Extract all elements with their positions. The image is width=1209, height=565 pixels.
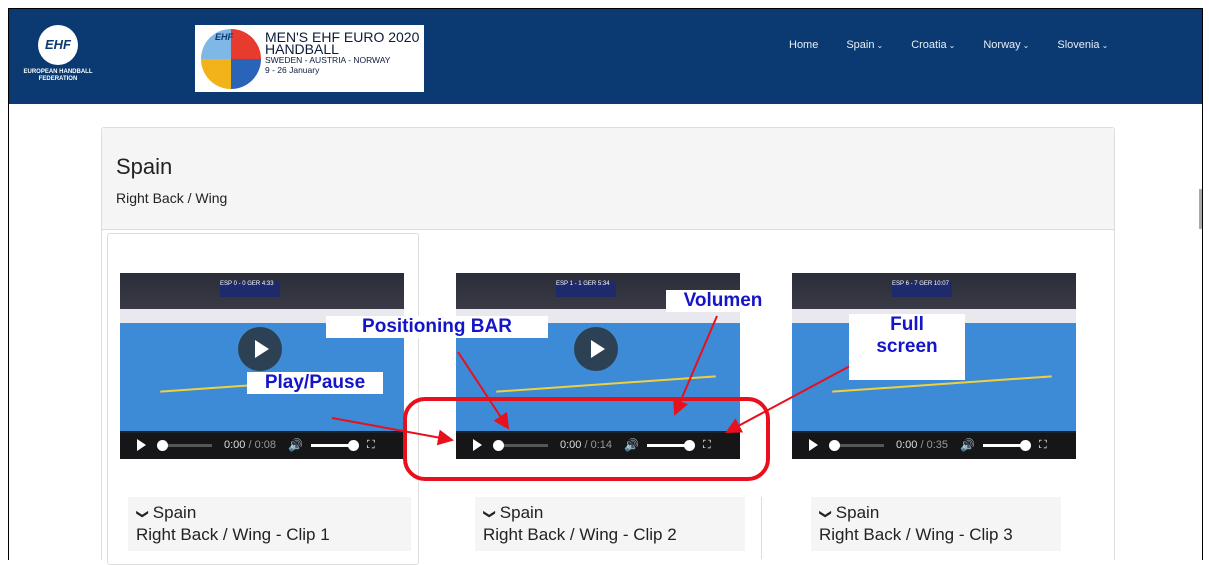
banner-line-3: SWEDEN - AUSTRIA - NORWAY bbox=[265, 55, 391, 65]
fullscreen-icon[interactable]: ⛶ bbox=[367, 439, 375, 452]
annotation-full-screen-line-2: screen bbox=[876, 336, 938, 357]
seek-knob[interactable] bbox=[829, 439, 840, 451]
nav-slovenia-label: Slovenia bbox=[1057, 39, 1100, 51]
score-overlay: ESP 6 - 7 GER 10:07 bbox=[892, 281, 952, 297]
ehf-logo[interactable]: EHF EUROPEAN HANDBALL FEDERATION bbox=[17, 25, 99, 97]
nav-links: Home Spain ⌄ Croatia ⌄ Norway ⌄ Slovenia ⌄ bbox=[789, 39, 1136, 51]
clip-country: ❯ Spain bbox=[136, 503, 197, 523]
handball-logo-icon: EHF bbox=[201, 29, 261, 89]
navbar: EHF EUROPEAN HANDBALL FEDERATION EHF MEN… bbox=[9, 9, 1202, 104]
fullscreen-icon[interactable]: ⛶ bbox=[1039, 439, 1047, 452]
annotation-volumen: Volumen bbox=[666, 290, 780, 312]
seek-bar[interactable] bbox=[829, 439, 884, 451]
video-controls: 0:00 / 0:08 🔊 ⛶ bbox=[120, 431, 404, 459]
panel-heading: Spain Right Back / Wing bbox=[102, 128, 1114, 230]
clip-country-label: Spain bbox=[835, 503, 880, 522]
nav-croatia[interactable]: Croatia ⌄ bbox=[911, 39, 955, 51]
time-separator: / bbox=[245, 439, 255, 451]
clip-title: Right Back / Wing - Clip 3 bbox=[819, 525, 1013, 544]
clip-country-label: Spain bbox=[152, 503, 197, 522]
current-time: 0:00 bbox=[224, 439, 246, 451]
controls-highlight-ring bbox=[403, 397, 770, 481]
nav-croatia-label: Croatia bbox=[911, 39, 947, 51]
video-player-1[interactable]: ESP 0 - 0 GER 4:33 0:00 / 0:08 🔊 ⛶ bbox=[120, 273, 404, 459]
video-controls: 0:00 / 0:35 🔊 ⛶ bbox=[792, 431, 1076, 459]
chevron-down-icon: ⌄ bbox=[1022, 41, 1030, 50]
duration: 0:35 bbox=[926, 439, 949, 451]
clip-header-3[interactable]: ❯ Spain Right Back / Wing - Clip 3 bbox=[811, 497, 1061, 551]
score-overlay: ESP 0 - 0 GER 4:33 bbox=[220, 281, 280, 297]
play-icon[interactable] bbox=[238, 327, 282, 371]
annotation-full-screen-line-1: Full bbox=[890, 314, 924, 335]
banner-line-4: 9 - 26 January bbox=[265, 65, 320, 75]
seek-bar[interactable] bbox=[157, 439, 212, 451]
clip-title: Right Back / Wing - Clip 1 bbox=[136, 525, 330, 544]
nav-spain-label: Spain bbox=[846, 39, 875, 51]
clip-title: Right Back / Wing - Clip 2 bbox=[483, 525, 677, 544]
score-overlay: ESP 1 - 1 GER 5:34 bbox=[556, 281, 616, 297]
volume-slider[interactable] bbox=[982, 439, 1031, 451]
column-divider bbox=[761, 497, 762, 559]
play-icon[interactable] bbox=[809, 439, 818, 451]
chevron-down-icon: ⌄ bbox=[948, 41, 956, 50]
chevron-down-icon: ❯ bbox=[136, 508, 151, 520]
chevron-down-icon: ❯ bbox=[483, 508, 498, 520]
nav-spain[interactable]: Spain ⌄ bbox=[846, 39, 883, 51]
annotation-full-screen: Full screen bbox=[849, 314, 965, 380]
ehf-logo-mark: EHF bbox=[38, 25, 78, 65]
current-time: 0:00 bbox=[896, 439, 918, 451]
volume-icon[interactable]: 🔊 bbox=[960, 438, 975, 452]
clip-header-2[interactable]: ❯ Spain Right Back / Wing - Clip 2 bbox=[475, 497, 745, 551]
chevron-down-icon: ❯ bbox=[819, 508, 834, 520]
annotation-positioning-bar: Positioning BAR bbox=[326, 316, 548, 338]
volume-slider[interactable] bbox=[310, 439, 359, 451]
court-line bbox=[496, 375, 716, 393]
nav-home[interactable]: Home bbox=[789, 39, 818, 51]
clip-country: ❯ Spain bbox=[819, 503, 880, 523]
annotation-play-pause: Play/Pause bbox=[247, 372, 383, 394]
nav-norway[interactable]: Norway ⌄ bbox=[983, 39, 1029, 51]
volume-icon[interactable]: 🔊 bbox=[288, 438, 303, 452]
time-separator: / bbox=[917, 439, 927, 451]
clip-header-1[interactable]: ❯ Spain Right Back / Wing - Clip 1 bbox=[128, 497, 411, 551]
ehf-logo-text: EHF bbox=[45, 37, 71, 52]
scrollbar-thumb[interactable] bbox=[1199, 189, 1202, 229]
clip-country: ❯ Spain bbox=[483, 503, 544, 523]
clip-country-label: Spain bbox=[499, 503, 544, 522]
duration: 0:08 bbox=[254, 439, 277, 451]
page-subtitle: Right Back / Wing bbox=[116, 190, 228, 206]
nav-home-label: Home bbox=[789, 39, 819, 51]
euro-2020-banner: EHF MEN'S EHF EURO 2020 HANDBALL SWEDEN … bbox=[195, 25, 424, 92]
chevron-down-icon: ⌄ bbox=[1101, 41, 1109, 50]
play-icon[interactable] bbox=[574, 327, 618, 371]
nav-slovenia[interactable]: Slovenia ⌄ bbox=[1057, 39, 1108, 51]
nav-norway-label: Norway bbox=[983, 39, 1021, 51]
chevron-down-icon: ⌄ bbox=[876, 41, 884, 50]
ball-logo-text: EHF bbox=[215, 32, 233, 42]
volume-knob[interactable] bbox=[347, 439, 359, 451]
volume-knob[interactable] bbox=[1019, 439, 1031, 451]
ehf-logo-subtitle: EUROPEAN HANDBALL FEDERATION bbox=[23, 69, 93, 82]
play-icon[interactable] bbox=[137, 439, 146, 451]
seek-knob[interactable] bbox=[157, 439, 168, 451]
time-display: 0:00 / 0:35 bbox=[896, 439, 948, 451]
page-title: Spain bbox=[116, 154, 173, 179]
time-display: 0:00 / 0:08 bbox=[224, 439, 276, 451]
